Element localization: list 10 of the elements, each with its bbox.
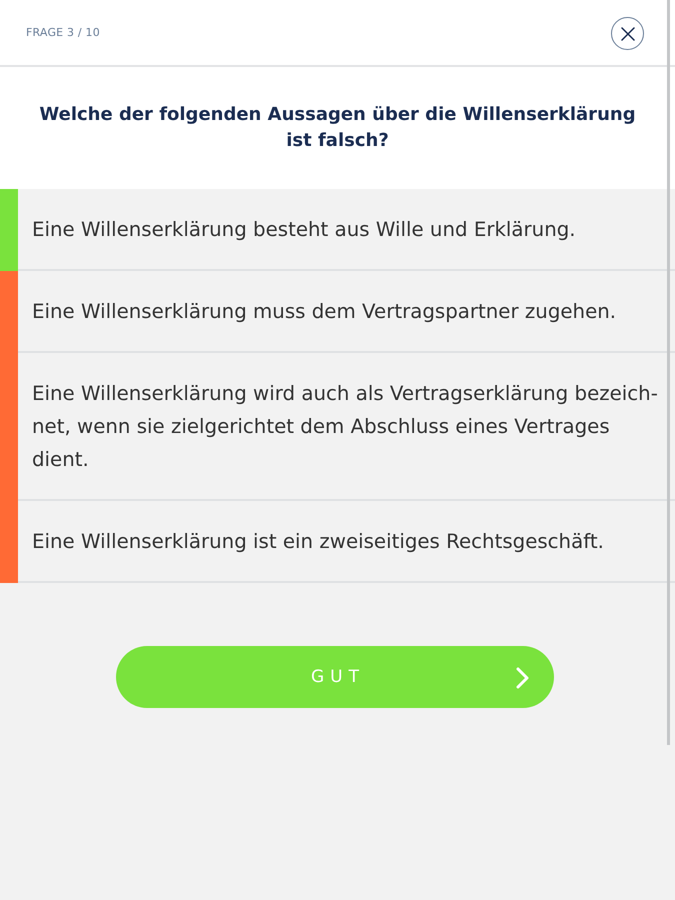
question-counter: FRAGE 3 / 10 <box>26 26 100 39</box>
chevron-right-icon <box>516 667 529 689</box>
answer-text: Eine Willenserklärung wird auch als Vertragserklärung bezeich-net, wenn sie zielgerichtet dem Abschluss eines Vertrages dient. <box>32 381 659 473</box>
scrollbar[interactable] <box>667 0 670 745</box>
close-icon <box>620 26 634 40</box>
answer-text: Eine Willenserklärung muss dem Vertragspartner zugehen. <box>32 299 616 325</box>
close-button[interactable] <box>611 17 644 50</box>
answer-text: Eine Willenserklärung besteht aus Wille und Erklärung. <box>32 217 576 243</box>
answer-text: Eine Willenserklärung ist ein zweiseitiges Rechtsgeschäft. <box>32 529 604 555</box>
question-text: Welche der folgenden Aussagen über die Willenserklärung ist falsch? <box>38 103 637 153</box>
